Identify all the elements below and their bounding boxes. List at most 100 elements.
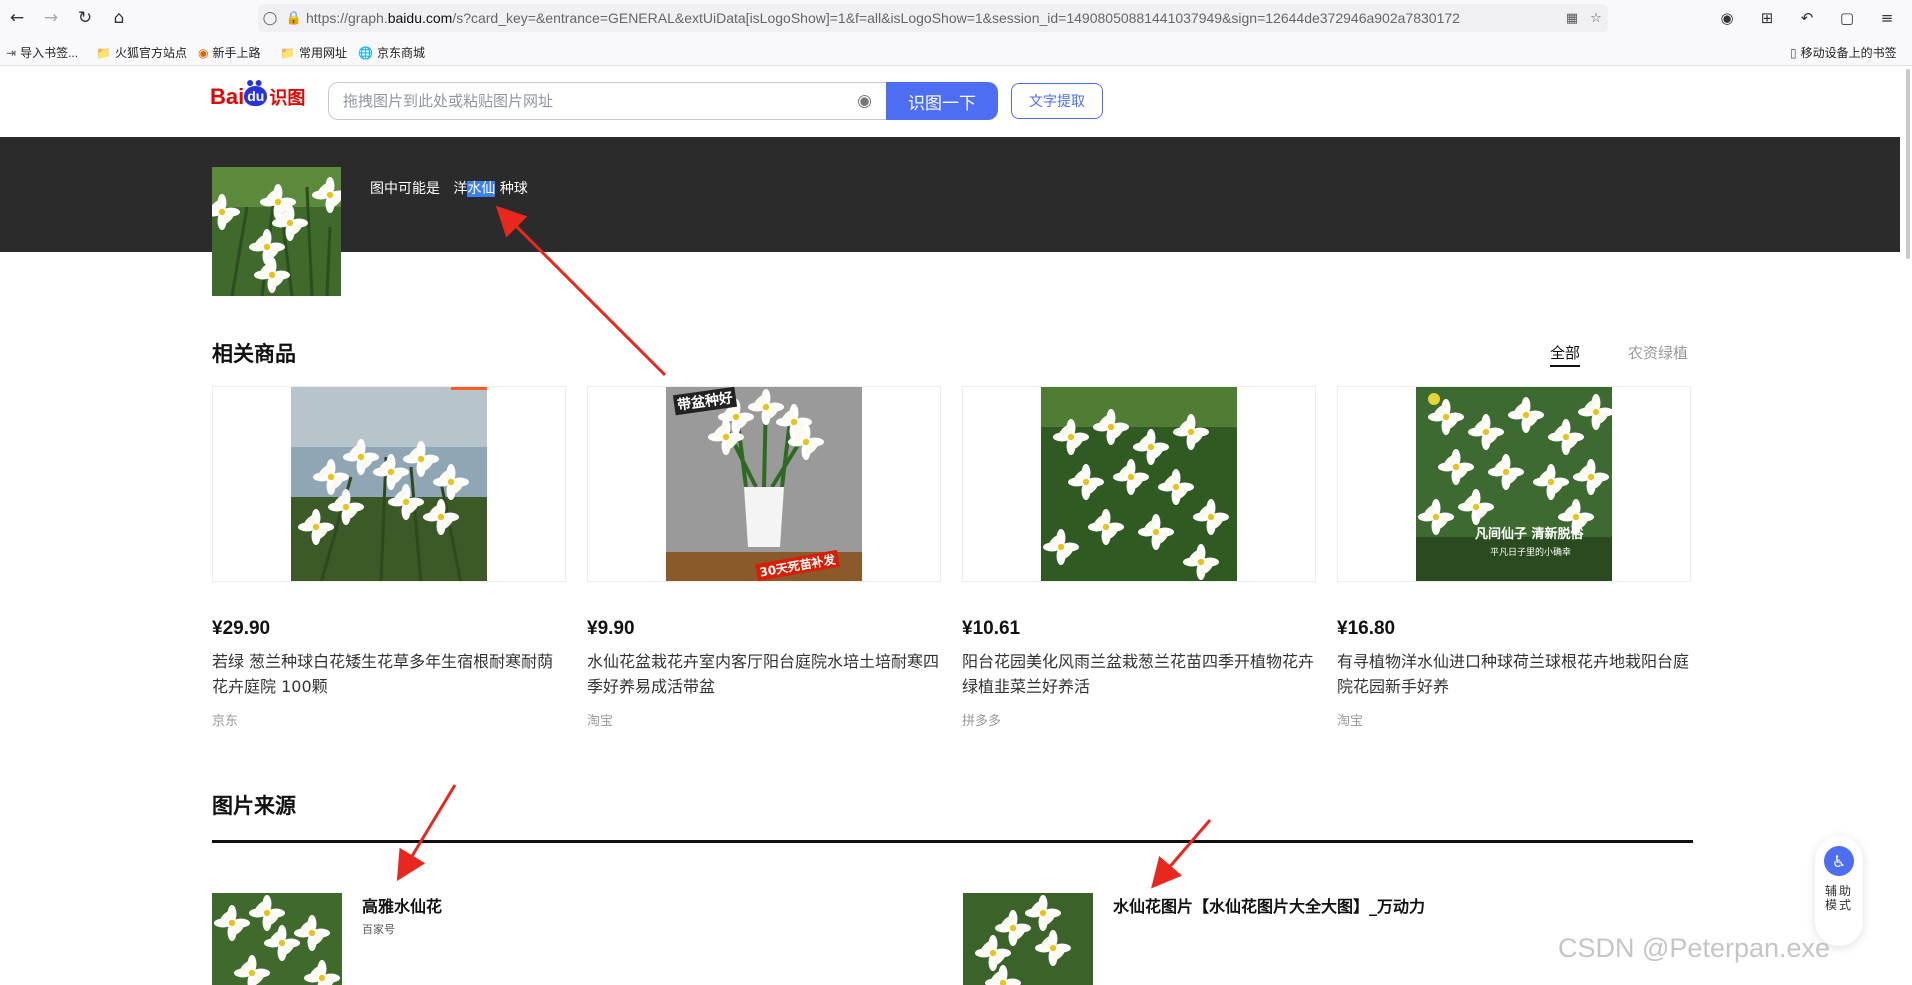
- product-title[interactable]: 水仙花盆栽花卉室内客厅阳台庭院水培土培耐寒四季好养易成活带盆: [587, 649, 941, 699]
- bookmark-label: 常用网址: [298, 46, 347, 60]
- product-title[interactable]: 阳台花园美化风雨兰盆栽葱兰花苗四季开植物花卉绿植韭菜兰好养活: [962, 649, 1316, 699]
- logo-du: du: [244, 86, 268, 106]
- product-title[interactable]: 有寻植物洋水仙进口种球荷兰球根花卉地栽阳台庭院花园新手好养: [1337, 649, 1691, 699]
- assist-mode-label: 辅助模式: [1825, 884, 1854, 912]
- bookmark-common-sites[interactable]: 📁 常用网址: [280, 44, 347, 61]
- firefox-icon: ◉: [198, 45, 209, 60]
- guess-keyword-part[interactable]: 种球: [500, 181, 528, 197]
- product-tabs: 全部 农资绿植: [1550, 342, 1693, 372]
- product-image[interactable]: [212, 386, 566, 582]
- product-photo: [291, 387, 487, 581]
- csdn-watermark: CSDN @Peterpan.exe: [1558, 933, 1831, 963]
- source-thumbnail[interactable]: [212, 893, 342, 985]
- product-price: ¥10.61: [962, 618, 1021, 639]
- source-origin: 百家号: [362, 923, 395, 936]
- bookmark-jd[interactable]: 🌐 京东商城: [358, 44, 425, 61]
- back-icon[interactable]: ←: [4, 5, 30, 31]
- bookmark-import[interactable]: ⇥ 导入书签...: [6, 44, 78, 61]
- home-icon[interactable]: ⌂: [106, 5, 132, 31]
- guess-text: 图中可能是 洋水仙 种球: [370, 178, 528, 198]
- address-bar[interactable]: ◯ 🔒 https://graph.baidu.com/s?card_key=&…: [258, 4, 1608, 32]
- bookmark-label: 移动设备上的书签: [1800, 46, 1897, 60]
- tab-agri-plants[interactable]: 农资绿植: [1628, 342, 1688, 363]
- guess-keyword-part[interactable]: 洋: [453, 181, 467, 197]
- product-card[interactable]: ¥29.90 若绿 葱兰种球白花矮生花草多年生宿根耐寒耐荫花卉庭院 100颗 京…: [212, 386, 566, 729]
- product-title[interactable]: 若绿 葱兰种球白花矮生花草多年生宿根耐寒耐荫花卉庭院 100颗: [212, 649, 566, 699]
- product-overlay-text: 凡间仙子 清新脱俗: [1475, 527, 1584, 542]
- logo-bai: Bai: [210, 84, 245, 109]
- bookmark-label: 火狐官方站点: [114, 46, 187, 60]
- product-overlay-text: 平凡日子里的小确幸: [1490, 548, 1572, 558]
- bookmark-getting-started[interactable]: ◉ 新手上路: [198, 44, 261, 61]
- bookmarks-bar: ⇥ 导入书签... 📁 火狐官方站点 ◉ 新手上路 📁 常用网址 🌐 京东商城 ▯ 移动设备…: [0, 40, 1912, 64]
- result-banner: 图中可能是 洋水仙 种球: [0, 137, 1900, 296]
- extensions-icon[interactable]: ▢: [1834, 5, 1860, 31]
- query-flower-photo: [212, 167, 341, 296]
- folder-icon: 📁: [96, 45, 111, 60]
- product-image[interactable]: [962, 386, 1316, 582]
- image-url-input[interactable]: [329, 83, 829, 119]
- screenshot-icon[interactable]: ⊞: [1754, 5, 1780, 31]
- product-price: ¥16.80: [1337, 618, 1396, 639]
- source-title[interactable]: 水仙花图片【水仙花图片大全大图】_万动力: [1113, 893, 1425, 917]
- search-image-button[interactable]: 识图一下: [886, 82, 998, 120]
- menu-icon[interactable]: ≡: [1874, 5, 1900, 31]
- products-section-title: 相关商品: [212, 342, 296, 366]
- product-image[interactable]: 带盆种好 30天死苗补发: [587, 386, 941, 582]
- url-text[interactable]: https://graph.baidu.com/s?card_key=&entr…: [306, 10, 1560, 26]
- product-card[interactable]: ¥10.61 阳台花园美化风雨兰盆栽葱兰花苗四季开植物花卉绿植韭菜兰好养活 拼多…: [962, 386, 1316, 729]
- tab-all[interactable]: 全部: [1550, 342, 1581, 367]
- product-shop: 淘宝: [587, 714, 614, 729]
- globe-icon: 🌐: [358, 45, 373, 60]
- product-price: ¥29.90: [212, 618, 271, 639]
- scrollbar-thumb[interactable]: [1906, 69, 1910, 259]
- bookmark-label: 京东商城: [376, 46, 425, 60]
- bookmark-label: 导入书签...: [20, 46, 79, 60]
- reload-icon[interactable]: ↻: [72, 5, 98, 31]
- baidu-shitu-logo[interactable]: ●● Bai du 识图: [210, 74, 306, 110]
- browser-chrome: ← → ↻ ⌂ ◯ 🔒 https://graph.baidu.com/s?ca…: [0, 0, 1912, 66]
- guess-prefix: 图中可能是: [370, 181, 440, 197]
- qrcode-icon[interactable]: ▦: [1560, 11, 1584, 26]
- import-icon: ⇥: [6, 45, 17, 60]
- account-icon[interactable]: ◉: [1714, 5, 1740, 31]
- product-price: ¥9.90: [587, 618, 635, 639]
- folder-icon: 📁: [280, 45, 295, 60]
- section-divider: [212, 840, 1693, 843]
- page-content: ●● Baidu识图 ◉ 识图一下 文字提取 图中可能是 洋水仙 种球 相关商品…: [0, 66, 1912, 985]
- accessibility-icon: ♿: [1824, 846, 1854, 876]
- forward-icon[interactable]: →: [38, 5, 64, 31]
- product-shop: 京东: [212, 714, 239, 729]
- browser-toolbar: ← → ↻ ⌂ ◯ 🔒 https://graph.baidu.com/s?ca…: [0, 0, 1912, 36]
- url-host: baidu.com: [387, 10, 453, 26]
- bookmark-star-icon[interactable]: ☆: [1584, 11, 1608, 26]
- query-image[interactable]: [212, 167, 341, 296]
- image-search-box[interactable]: ◉: [328, 82, 886, 120]
- page-scrollbar[interactable]: [1900, 66, 1912, 985]
- product-card[interactable]: 凡间仙子 清新脱俗 平凡日子里的小确幸 ¥16.80 有寻植物洋水仙进口种球荷兰…: [1337, 386, 1691, 729]
- source-photo: [963, 893, 1093, 985]
- source-title[interactable]: 高雅水仙花: [362, 893, 442, 917]
- logo-shitu: 识图: [269, 88, 306, 108]
- assist-mode-button[interactable]: ♿ 辅助模式: [1815, 836, 1863, 946]
- bookmark-mobile[interactable]: ▯ 移动设备上的书签: [1790, 44, 1897, 61]
- sources-section-title: 图片来源: [212, 794, 296, 818]
- guess-keyword-highlight[interactable]: 水仙: [467, 181, 496, 197]
- product-card[interactable]: 带盆种好 30天死苗补发 ¥9.90 水仙花盆栽花卉室内客厅阳台庭院水培土培耐寒…: [587, 386, 941, 729]
- product-image[interactable]: 凡间仙子 清新脱俗 平凡日子里的小确幸: [1337, 386, 1691, 582]
- mobile-icon: ▯: [1790, 45, 1797, 60]
- bookmark-label: 新手上路: [212, 46, 261, 60]
- shield-icon[interactable]: ◯: [258, 11, 282, 26]
- browser-right-tools: ◉ ⊞ ↶ ▢ ≡: [1714, 5, 1900, 31]
- undo-icon[interactable]: ↶: [1794, 5, 1820, 31]
- product-photo: [1041, 387, 1237, 581]
- url-prefix: https://graph.: [306, 10, 388, 26]
- url-path: /s?card_key=&entrance=GENERAL&extUiData[…: [452, 10, 1460, 26]
- bookmark-firefox-official[interactable]: 📁 火狐官方站点: [96, 44, 187, 61]
- text-extract-button[interactable]: 文字提取: [1011, 83, 1103, 119]
- source-thumbnail[interactable]: [963, 893, 1093, 985]
- lock-icon[interactable]: 🔒: [282, 11, 306, 26]
- source-photo: [212, 893, 342, 985]
- product-shop: 拼多多: [962, 714, 1002, 729]
- camera-icon[interactable]: ◉: [857, 91, 872, 111]
